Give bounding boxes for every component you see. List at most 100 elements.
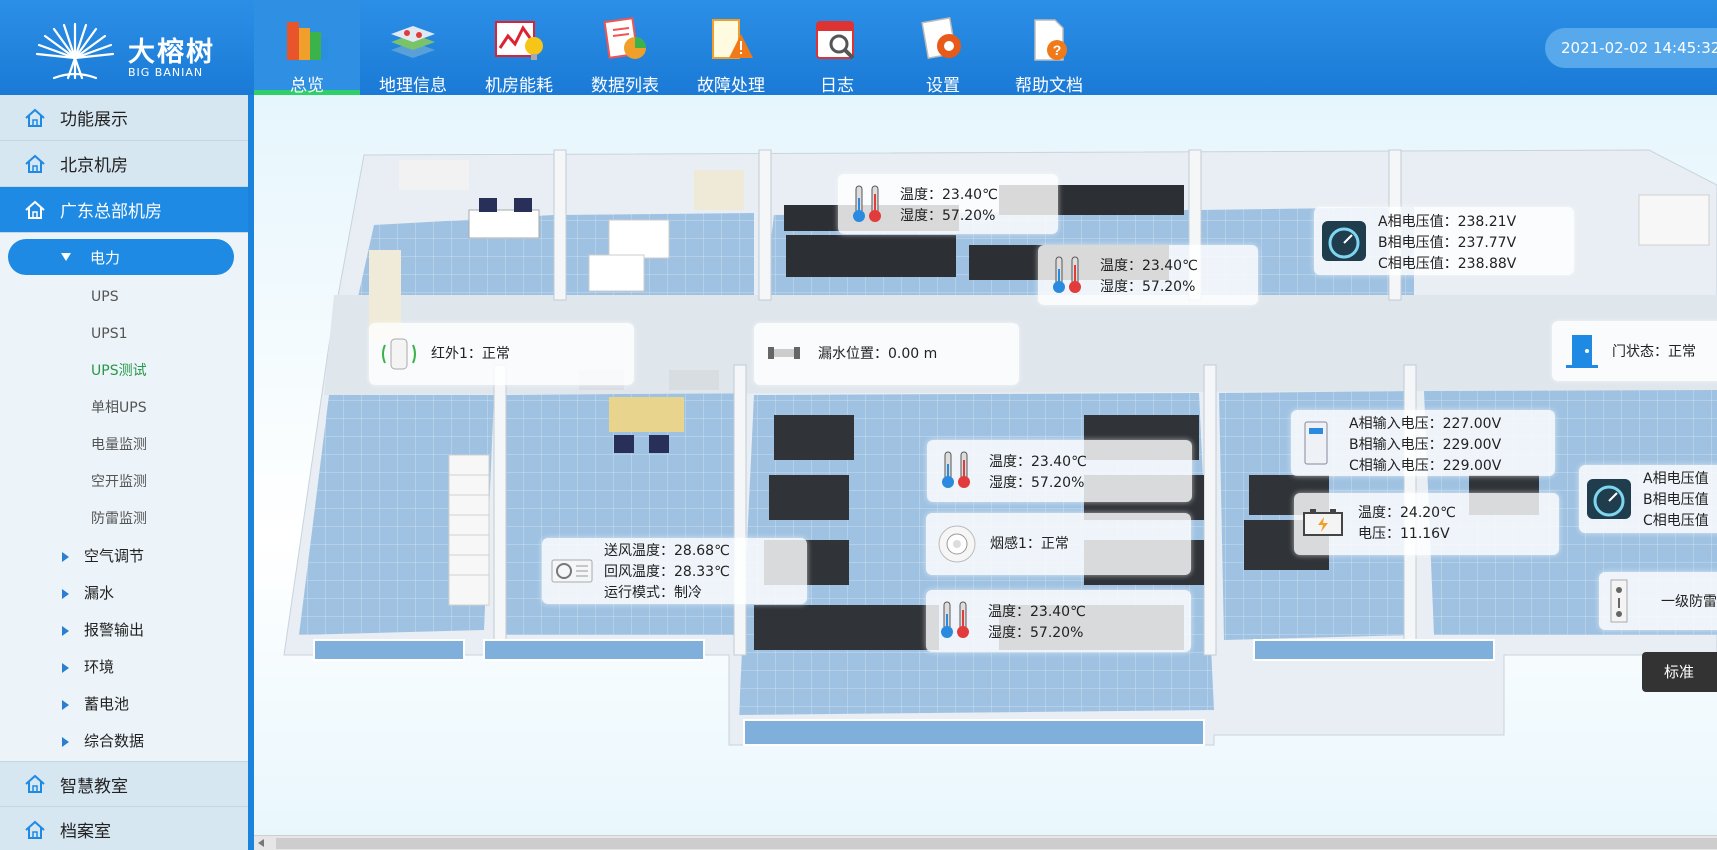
phase-c-input-voltage: C相输入电压：229.00V — [1349, 458, 1502, 474]
caret-right-icon — [62, 663, 69, 673]
sidebar-group-aircon[interactable]: 空气调节 — [0, 538, 248, 575]
run-mode: 运行模式：制冷 — [604, 585, 702, 601]
home-icon — [25, 154, 45, 173]
humidity-text: 湿度：57.20% — [989, 475, 1085, 491]
settings-gear-icon — [921, 16, 961, 60]
sidebar-group-environment[interactable]: 环境 — [0, 649, 248, 686]
voltage-card-partial[interactable]: A相电压值 B相电压值 C相电压值 — [1579, 465, 1717, 533]
sidebar-item-archive[interactable]: 档案室 — [0, 807, 248, 850]
warning-icon — [712, 19, 753, 59]
supply-air-temp: 送风温度：28.68℃ — [604, 543, 730, 559]
home-icon — [25, 200, 45, 219]
sidebar-group-battery[interactable]: 蓄电池 — [0, 686, 248, 723]
ups-device-icon — [1304, 421, 1328, 465]
nav-label: 故障处理 — [697, 76, 765, 96]
calendar-search-icon — [816, 21, 855, 60]
sidebar-group-label: 综合数据 — [84, 732, 145, 750]
phase-b-voltage: B相电压值：237.77V — [1378, 235, 1517, 251]
leak-position: 漏水位置：0.00 m — [818, 346, 938, 362]
sidebar-group-label: 蓄电池 — [84, 695, 130, 713]
sidebar-subitem-single-ups[interactable]: 单相UPS — [0, 390, 248, 427]
water-leak-card[interactable]: 漏水位置：0.00 m — [754, 323, 1019, 385]
thermometer-icon — [1053, 256, 1081, 293]
home-icon — [25, 108, 45, 127]
sidebar-subitem-lightning-monitor[interactable]: 防雷监测 — [0, 501, 248, 538]
smoke-sensor-card[interactable]: 烟感1：正常 — [926, 513, 1191, 575]
infrared-sensor-icon — [382, 338, 416, 370]
scroll-left-icon[interactable] — [258, 839, 264, 847]
humidity-text: 湿度：57.20% — [988, 625, 1084, 641]
aircon-card[interactable]: 送风温度：28.68℃ 回风温度：28.33℃ 运行模式：制冷 — [542, 538, 807, 604]
thermometer-icon — [942, 451, 970, 488]
sidebar-subitem-ups-test[interactable]: UPS测试 — [0, 353, 248, 390]
sidebar-item-smart-classroom[interactable]: 智慧教室 — [0, 761, 248, 807]
sidebar-item-showcase[interactable]: 功能展示 — [0, 95, 248, 141]
gauge-meter-icon — [1322, 221, 1366, 261]
battery-temperature: 温度：24.20℃ — [1358, 505, 1456, 521]
brand-name-en: BIG BANIAN — [128, 66, 204, 79]
home-icon — [25, 774, 45, 793]
horizontal-scrollbar[interactable] — [254, 835, 1717, 850]
nav-data-list[interactable]: 数据列表 — [572, 0, 678, 96]
lightning-protection-card[interactable]: 一级防雷 — [1599, 572, 1717, 630]
nav-label: 日志 — [820, 76, 854, 96]
sidebar-subitem-power-monitor[interactable]: 电量监测 — [0, 427, 248, 464]
scrollbar-thumb[interactable] — [276, 838, 1717, 849]
temperature-text: 温度：23.40℃ — [989, 454, 1087, 470]
temperature-text: 温度：23.40℃ — [988, 604, 1086, 620]
temp-humidity-card[interactable]: 温度：23.40℃ 湿度：57.20% — [838, 174, 1058, 234]
voltage-card[interactable]: A相电压值：238.21V B相电压值：237.77V C相电压值：238.88… — [1314, 207, 1574, 275]
ups-input-voltage-card[interactable]: A相输入电压：227.00V B相输入电压：229.00V C相输入电压：229… — [1291, 410, 1555, 476]
sidebar-subitem-breaker-monitor[interactable]: 空开监测 — [0, 464, 248, 501]
sidebar-subitem-ups1[interactable]: UPS1 — [0, 316, 248, 353]
map-layers-icon — [391, 26, 435, 58]
sidebar-item-guangdong[interactable]: 广东总部机房 — [0, 187, 248, 233]
brand-logo[interactable]: 大榕树 BIG BANIAN — [30, 12, 250, 84]
door-status-card[interactable]: 门状态：正常 — [1552, 321, 1717, 381]
nav-log[interactable]: 日志 — [784, 0, 890, 96]
sidebar-group-label: 环境 — [84, 658, 115, 676]
nav-settings[interactable]: 设置 — [890, 0, 996, 96]
nav-geo-info[interactable]: 地理信息 — [360, 0, 466, 96]
datacenter-3d-view[interactable]: 温度：23.40℃ 湿度：57.20% 温度：23.40℃ 湿度：57.20% … — [254, 95, 1717, 835]
humidity-text: 湿度：57.20% — [900, 208, 996, 224]
books-icon — [287, 22, 328, 60]
smoke-detector-icon — [938, 525, 976, 563]
standard-view-button[interactable]: 标准 — [1642, 652, 1717, 692]
sidebar-item-label: 北京机房 — [60, 156, 128, 176]
temp-humidity-card[interactable]: 温度：23.40℃ 湿度：57.20% — [1038, 245, 1258, 305]
temp-humidity-card[interactable]: 温度：23.40℃ 湿度：57.20% — [927, 440, 1192, 502]
main-nav: 总览 地理信息 机房能耗 数据列表 故障处理 日志 设置 ? 帮助文档 — [254, 0, 1102, 96]
nav-fault[interactable]: 故障处理 — [678, 0, 784, 96]
sidebar-group-leak[interactable]: 漏水 — [0, 575, 248, 612]
nav-help-docs[interactable]: ? 帮助文档 — [996, 0, 1102, 96]
phase-c-voltage: C相电压值 — [1643, 513, 1709, 529]
phase-b-input-voltage: B相输入电压：229.00V — [1349, 437, 1502, 453]
caret-right-icon — [62, 737, 69, 747]
nav-label: 帮助文档 — [1015, 76, 1083, 96]
energy-chart-icon — [495, 21, 543, 60]
sidebar-subitem-ups[interactable]: UPS — [0, 279, 248, 316]
nav-energy[interactable]: 机房能耗 — [466, 0, 572, 96]
surge-protector-icon — [1610, 579, 1628, 623]
phase-a-input-voltage: A相输入电压：227.00V — [1349, 416, 1502, 432]
nav-label: 设置 — [926, 76, 960, 96]
phase-a-voltage: A相电压值：238.21V — [1378, 214, 1517, 230]
home-icon — [25, 820, 45, 839]
caret-right-icon — [62, 700, 69, 710]
sidebar-group-power[interactable]: 电力 — [8, 239, 234, 275]
sidebar-group-alarm-output[interactable]: 报警输出 — [0, 612, 248, 649]
sidebar-group-label: 电力 — [90, 248, 121, 267]
leak-sensor-icon — [768, 347, 800, 359]
infrared-sensor-card[interactable]: 红外1：正常 — [369, 323, 634, 385]
nav-label: 数据列表 — [591, 76, 659, 96]
nav-overview[interactable]: 总览 — [254, 0, 360, 96]
temp-humidity-card[interactable]: 温度：23.40℃ 湿度：57.20% — [926, 590, 1191, 652]
phase-c-voltage: C相电压值：238.88V — [1378, 256, 1517, 272]
sidebar-group-label: 报警输出 — [84, 621, 145, 639]
battery-card[interactable]: 温度：24.20℃ 电压：11.16V — [1294, 493, 1559, 555]
sidebar-group-summary[interactable]: 综合数据 — [0, 723, 248, 760]
sidebar-item-beijing[interactable]: 北京机房 — [0, 141, 248, 187]
gauge-meter-icon — [1587, 479, 1631, 519]
infrared-status: 红外1：正常 — [431, 346, 510, 362]
